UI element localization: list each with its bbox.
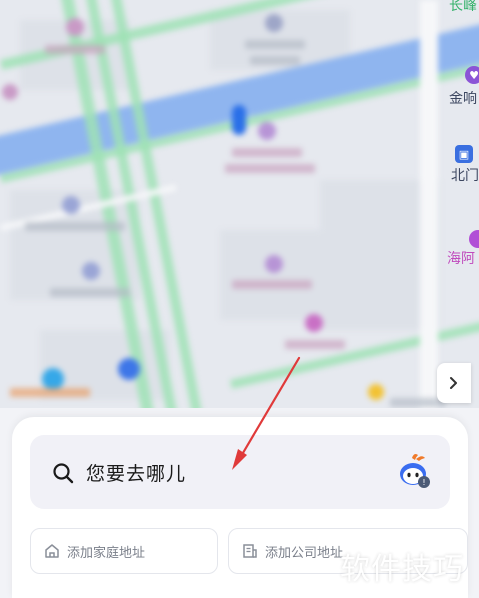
map-label-poi-2: 北门 [451,168,479,184]
add-home-address-button[interactable]: 添加家庭地址 [30,528,218,574]
map-label-poi-1: 金响 [449,91,477,107]
home-icon [45,544,59,558]
poi-building-icon: ▣ [455,145,473,163]
watermark-text: 软件技巧 [340,552,464,587]
search-icon [53,463,74,484]
poi-purple-icon: ♥ [465,66,479,84]
search-placeholder: 您要去哪儿 [86,463,187,485]
map-label-top-right: 长峰 [449,0,477,14]
building-icon [243,544,257,558]
map-label-poi-3: 海阿 [447,251,475,267]
add-company-address-label: 添加公司地址 [265,545,344,561]
chevron-right-icon [450,377,457,389]
add-home-address-label: 添加家庭地址 [67,545,146,561]
search-box[interactable]: 您要去哪儿 ! [30,435,450,509]
assistant-mascot-icon[interactable]: ! [394,452,434,492]
side-panel-toggle-button[interactable] [437,363,471,403]
svg-text:!: ! [422,478,425,487]
